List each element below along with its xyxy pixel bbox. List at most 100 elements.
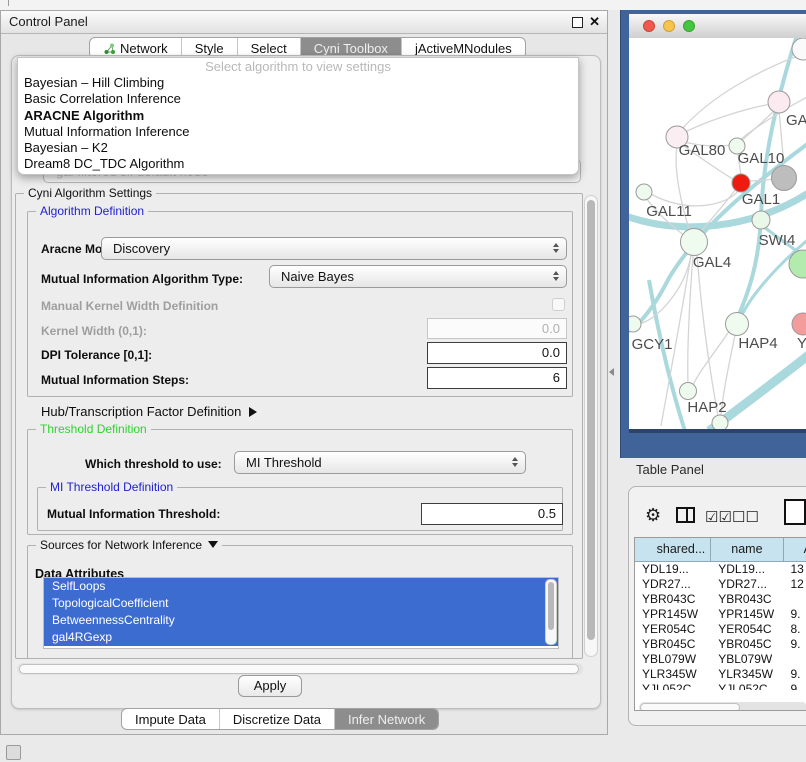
close-window-icon[interactable] <box>643 20 655 32</box>
dpi-tolerance-field[interactable]: 0.0 <box>427 342 567 364</box>
attribute-item-gal4rgexp[interactable]: gal4RGexp <box>44 629 558 646</box>
float-panel-icon[interactable] <box>572 17 583 28</box>
network-canvas[interactable]: GALGAL80GAL10GAL1GAL11GAL4SWI4GCY1HAP4YH… <box>629 38 806 429</box>
network-node-gal[interactable] <box>768 91 790 113</box>
mi-algorithm-type-combobox[interactable]: Naive Bayes <box>269 265 567 288</box>
table-cell: YBR043C <box>635 592 711 607</box>
attribute-item-topologicalcoefficient[interactable]: TopologicalCoefficient <box>44 595 558 612</box>
mi-algorithm-type-label: Mutual Information Algorithm Type: <box>41 272 243 286</box>
panel-splitter-icon[interactable] <box>609 368 614 376</box>
table-cell: YDR27... <box>635 577 711 592</box>
tab-jactivemnodules-label: jActiveMNodules <box>415 41 512 56</box>
table-row-yer054c[interactable]: YER054CYER054C8. <box>635 622 806 637</box>
manual-kernel-width-checkbox[interactable] <box>552 298 565 311</box>
table-row-ybr045c[interactable]: YBR045CYBR045C9. <box>635 637 806 652</box>
close-icon[interactable]: ✕ <box>589 14 600 30</box>
algorithm-option-aracne-algorithm[interactable]: ARACNE Algorithm <box>18 108 578 124</box>
table-cell: YBL079W <box>635 652 711 667</box>
attribute-item-betweennesscentrality[interactable]: BetweennessCentrality <box>44 612 558 629</box>
which-threshold-combobox[interactable]: MI Threshold <box>234 451 526 474</box>
table-cell: 13 <box>783 562 806 577</box>
mi-threshold-field[interactable]: 0.5 <box>421 503 563 525</box>
settings-horizontal-scrollbar[interactable] <box>17 663 583 675</box>
node-label-gal1: GAL1 <box>742 191 780 208</box>
table-cell: YBR045C <box>635 637 711 652</box>
network-node[interactable] <box>772 166 797 191</box>
network-edge[interactable] <box>685 104 771 132</box>
network-node-gcy1[interactable] <box>629 316 641 332</box>
network-node-gal11[interactable] <box>636 184 652 200</box>
table-horizontal-scrollbar[interactable] <box>639 702 806 711</box>
bottom-tab-bar: Impute DataDiscretize Data Infer Network <box>121 708 439 730</box>
table-row-ybr043c[interactable]: YBR043CYBR043C <box>635 592 806 607</box>
node-label-gcy1: GCY1 <box>632 336 673 353</box>
attribute-item-selfloops[interactable]: SelfLoops <box>44 578 558 595</box>
node-label-gal11: GAL11 <box>646 203 692 220</box>
algorithm-option-bayesian-hill-climbing[interactable]: Bayesian – Hill Climbing <box>18 75 578 91</box>
table-hscrollbar-thumb[interactable] <box>640 703 740 711</box>
network-node-swi4[interactable] <box>752 211 770 229</box>
mi-steps-field[interactable]: 6 <box>427 367 567 389</box>
table-row-ydr27[interactable]: YDR27...YDR27...12 <box>635 577 806 592</box>
network-node-hap4[interactable] <box>726 313 749 336</box>
table-cell: YPR145W <box>635 607 711 622</box>
bottom-tab-discretize-data[interactable]: Discretize Data <box>219 709 334 729</box>
attributes-scrollbar[interactable] <box>545 579 557 645</box>
table-cell: YJL052C <box>711 682 783 690</box>
columns-icon[interactable] <box>676 507 695 523</box>
algorithm-option-dream8-dc-tdc-algorithm[interactable]: Dream8 DC_TDC Algorithm <box>18 156 578 172</box>
column-header-name[interactable]: name <box>711 538 783 562</box>
network-window-titlebar[interactable] <box>629 14 806 39</box>
select-all-icon[interactable]: ☑☑ <box>705 508 732 526</box>
deselect-all-icon[interactable]: ☐☐ <box>732 508 759 526</box>
apply-button[interactable]: Apply <box>238 675 302 697</box>
table-row-ybl079w[interactable]: YBL079WYBL079W <box>635 652 806 667</box>
network-edge[interactable] <box>688 256 693 384</box>
table-row-ylr345w[interactable]: YLR345WYLR345W9. <box>635 667 806 682</box>
settings-hscrollbar-thumb[interactable] <box>19 664 579 674</box>
network-node-hap2[interactable] <box>680 383 697 400</box>
network-node-y[interactable] <box>792 313 806 335</box>
kernel-width-field[interactable]: 0.0 <box>427 318 567 339</box>
table-cell: YDR27... <box>711 577 783 592</box>
network-edge[interactable] <box>697 255 718 416</box>
network-node-gal1[interactable] <box>732 174 750 192</box>
file-icon[interactable] <box>784 499 806 525</box>
node-table: shared...nameA YDL19...YDL19...13YDR27..… <box>634 537 806 711</box>
algorithm-option-mutual-information-inference[interactable]: Mutual Information Inference <box>18 124 578 140</box>
network-edge[interactable] <box>681 54 803 130</box>
bottom-tab-impute-data[interactable]: Impute Data <box>122 709 219 729</box>
column-header-a[interactable]: A <box>784 538 806 562</box>
aracne-mode-combobox[interactable]: Discovery <box>101 237 567 260</box>
bottom-tab-infer-network[interactable]: Infer Network <box>334 709 438 729</box>
node-label-hap2: HAP2 <box>687 399 726 416</box>
control-panel-titlebar: Control Panel ✕ <box>1 11 607 34</box>
table-row-ypr145w[interactable]: YPR145WYPR145W9. <box>635 607 806 622</box>
algorithm-option-basic-correlation-inference[interactable]: Basic Correlation Inference <box>18 91 578 107</box>
table-row-ydl19[interactable]: YDL19...YDL19...13 <box>635 562 806 577</box>
node-label-gal10: GAL10 <box>738 150 785 167</box>
table-cell: 9. <box>783 667 806 682</box>
settings-vertical-scrollbar[interactable] <box>584 195 598 657</box>
network-node[interactable] <box>712 415 728 429</box>
attributes-scrollbar-thumb[interactable] <box>548 582 554 630</box>
network-edge[interactable] <box>649 280 685 429</box>
minimize-window-icon[interactable] <box>663 20 675 32</box>
table-cell: 12 <box>783 577 806 592</box>
zoom-window-icon[interactable] <box>683 20 695 32</box>
node-label-y: Y <box>797 335 806 352</box>
expander-down-icon[interactable] <box>208 541 218 548</box>
bottom-tab-infer-network-label: Infer Network <box>348 712 425 727</box>
gear-icon[interactable]: ⚙ <box>645 505 661 526</box>
table-panel-title: Table Panel <box>636 462 704 477</box>
node-label-hap4: HAP4 <box>738 335 777 352</box>
table-row-yjl052c[interactable]: YJL052CYJL052C9 <box>635 682 806 690</box>
minimized-panel-icon[interactable] <box>6 745 21 760</box>
settings-scrollbar-thumb[interactable] <box>587 200 595 640</box>
algorithm-option-bayesian-k2[interactable]: Bayesian – K2 <box>18 140 578 156</box>
hub-definition-expander[interactable]: Hub/Transcription Factor Definition <box>41 404 257 419</box>
network-node-gal4[interactable] <box>681 229 708 256</box>
dpi-tolerance-label: DPI Tolerance [0,1]: <box>41 348 152 362</box>
network-graph[interactable]: GALGAL80GAL10GAL1GAL11GAL4SWI4GCY1HAP4YH… <box>629 38 806 429</box>
column-header-shared[interactable]: shared... <box>635 538 711 562</box>
